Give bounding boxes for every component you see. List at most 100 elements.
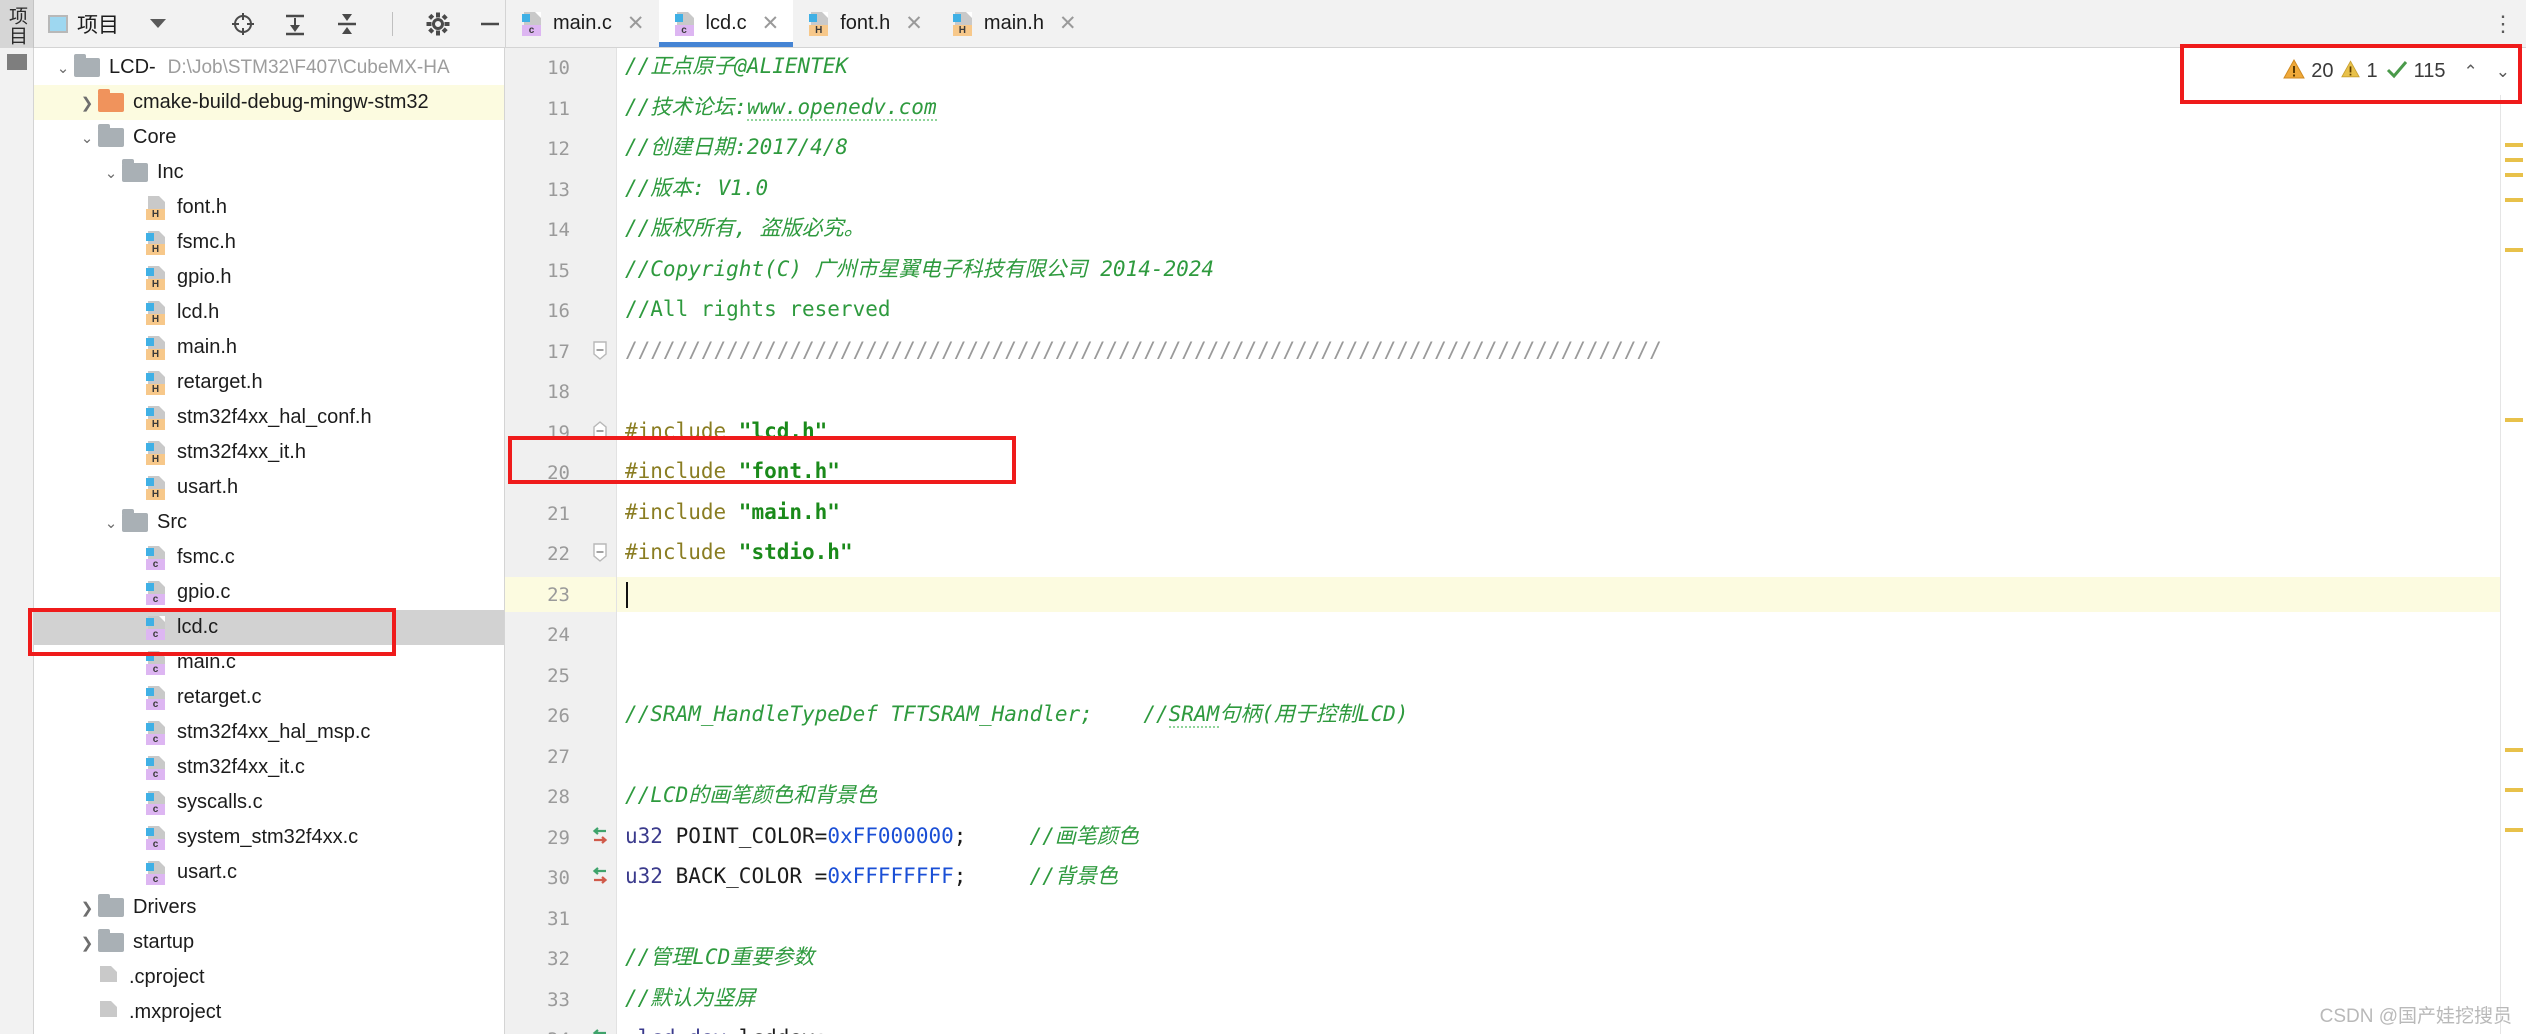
- project-tool-window-label[interactable]: 项目: [3, 6, 30, 46]
- line-number[interactable]: 16: [510, 300, 570, 322]
- tree-row--mxproject[interactable]: .mxproject: [34, 995, 504, 1030]
- editor-tab-main-h[interactable]: Hmain.h ✕: [936, 0, 1091, 47]
- fold-marker-icon[interactable]: [592, 542, 608, 567]
- editor-tab-lcd-c[interactable]: c lcd.c ✕: [658, 0, 794, 47]
- line-number[interactable]: 19: [510, 422, 570, 444]
- tree-row-inc[interactable]: ⌄ Inc: [34, 155, 504, 190]
- line-number[interactable]: 30: [510, 867, 570, 889]
- chevron-right-icon[interactable]: ❯: [76, 899, 98, 917]
- tree-row-src[interactable]: ⌄ Src: [34, 505, 504, 540]
- tree-row-usart-h[interactable]: Husart.h: [34, 470, 504, 505]
- line-number[interactable]: 24: [510, 624, 570, 646]
- line-number[interactable]: 20: [510, 462, 570, 484]
- code-line[interactable]: _lcd_dev lcddev;: [625, 1028, 827, 1034]
- line-number[interactable]: 17: [510, 341, 570, 363]
- marker-tick[interactable]: [2505, 748, 2523, 752]
- line-number[interactable]: 27: [510, 746, 570, 768]
- tree-row-stm32f4xx-it-h[interactable]: Hstm32f4xx_it.h: [34, 435, 504, 470]
- inspection-widget[interactable]: 20 1 115 ⌃ ⌄: [2267, 48, 2526, 95]
- tree-row--cproject[interactable]: .cproject: [34, 960, 504, 995]
- marker-tick[interactable]: [2505, 158, 2523, 162]
- line-number[interactable]: 11: [510, 98, 570, 120]
- overridden-symbol-icon[interactable]: [590, 1027, 610, 1034]
- marker-tick[interactable]: [2505, 418, 2523, 422]
- code-line[interactable]: //创建日期:2017/4/8: [625, 137, 848, 158]
- tree-row-gpio-c[interactable]: c gpio.c: [34, 575, 504, 610]
- folder-icon[interactable]: [6, 54, 27, 70]
- editor-gutter[interactable]: 10 11 12 13 14 15 16 17 18 19 20 21 22 23 24 25 26 27 28 29…: [505, 48, 617, 1034]
- tree-row-cmake-build-debug-mingw-stm32[interactable]: ❯ cmake-build-debug-mingw-stm32: [34, 85, 504, 120]
- line-number[interactable]: 15: [510, 260, 570, 282]
- tree-row-font-h[interactable]: Hfont.h: [34, 190, 504, 225]
- line-number[interactable]: 14: [510, 219, 570, 241]
- code-line[interactable]: #include "stdio.h": [625, 542, 853, 563]
- code-line[interactable]: #include "main.h": [625, 501, 840, 523]
- line-number[interactable]: 28: [510, 786, 570, 808]
- tree-row-stm32f4xx-hal-conf-h[interactable]: Hstm32f4xx_hal_conf.h: [34, 400, 504, 435]
- tree-row-usart-c[interactable]: c usart.c: [34, 855, 504, 890]
- close-icon[interactable]: ✕: [905, 13, 923, 34]
- marker-tick[interactable]: [2505, 788, 2523, 792]
- chevron-down-icon[interactable]: ⌄: [100, 164, 122, 182]
- line-number[interactable]: 32: [510, 948, 570, 970]
- editor-tab-main-c[interactable]: c main.c ✕: [506, 0, 659, 47]
- expand-all-icon[interactable]: [282, 11, 308, 37]
- overridden-symbol-icon[interactable]: [590, 865, 610, 891]
- left-tool-window-strip[interactable]: 项目: [0, 0, 34, 48]
- code-line[interactable]: //Copyright(C) 广州市星翼电子科技有限公司 2014-2024: [625, 258, 1214, 280]
- marker-tick[interactable]: [2505, 173, 2523, 177]
- chevron-down-icon[interactable]: ⌄: [52, 59, 74, 77]
- code-line[interactable]: #include "lcd.h": [625, 420, 827, 442]
- tree-row-core[interactable]: ⌄ Core: [34, 120, 504, 155]
- fold-marker-icon[interactable]: [592, 340, 608, 365]
- fold-marker-icon[interactable]: [592, 420, 608, 446]
- line-number[interactable]: 12: [510, 138, 570, 160]
- code-line[interactable]: //All rights reserved: [625, 299, 891, 320]
- project-tree[interactable]: ⌄ LCD- D:\Job\STM32\F407\CubeMX-HA ❯ cmake-b…: [34, 48, 505, 1034]
- tree-row-retarget-c[interactable]: c retarget.c: [34, 680, 504, 715]
- chevron-right-icon[interactable]: ❯: [76, 94, 98, 112]
- inspection-errors[interactable]: 20: [2283, 58, 2333, 85]
- hide-panel-icon[interactable]: [477, 11, 503, 37]
- tab-overflow-menu-icon[interactable]: ⋮: [2492, 12, 2514, 35]
- chevron-up-icon[interactable]: ⌃: [2464, 62, 2478, 82]
- code-line[interactable]: ////////////////////////////////////////…: [625, 339, 1662, 361]
- close-icon[interactable]: ✕: [1059, 13, 1077, 34]
- code-line[interactable]: //版权所有, 盗版必究。: [625, 218, 865, 239]
- editor-code-area[interactable]: //正点原子@ALIENTEK //技术论坛:www.openedv.com //创…: [617, 48, 2500, 1034]
- tree-row-stm32f4xx-hal-msp-c[interactable]: c stm32f4xx_hal_msp.c: [34, 715, 504, 750]
- tree-row-retarget-h[interactable]: Hretarget.h: [34, 365, 504, 400]
- line-number[interactable]: 13: [510, 179, 570, 201]
- line-number[interactable]: 34: [510, 1029, 570, 1034]
- tree-row-syscalls-c[interactable]: c syscalls.c: [34, 785, 504, 820]
- code-line[interactable]: //技术论坛:www.openedv.com: [625, 94, 937, 121]
- marker-tick[interactable]: [2505, 828, 2523, 832]
- locate-in-tree-icon[interactable]: [230, 11, 256, 37]
- code-line[interactable]: //SRAM_HandleTypeDef TFTSRAM_Handler; //…: [625, 702, 1408, 728]
- tree-row-drivers[interactable]: ❯ Drivers: [34, 890, 504, 925]
- line-number[interactable]: 18: [510, 381, 570, 403]
- close-icon[interactable]: ✕: [627, 13, 645, 34]
- code-line[interactable]: u32 POINT_COLOR=0xFF000000; //画笔颜色: [625, 825, 1139, 847]
- tree-row-system-stm32f4xx-c[interactable]: c system_stm32f4xx.c: [34, 820, 504, 855]
- line-number[interactable]: 33: [510, 989, 570, 1011]
- close-icon[interactable]: ✕: [762, 13, 780, 34]
- code-line[interactable]: //默认为竖屏: [625, 987, 755, 1009]
- code-line[interactable]: //LCD的画笔颜色和背景色: [625, 785, 877, 806]
- chevron-down-icon[interactable]: [150, 19, 166, 28]
- inspection-typos[interactable]: 115: [2386, 59, 2446, 85]
- tree-row-lcd-c[interactable]: c lcd.c: [34, 610, 504, 645]
- editor-tab-font-h[interactable]: Hfont.h ✕: [793, 0, 937, 47]
- line-number[interactable]: 23: [510, 584, 570, 606]
- inspection-warnings[interactable]: 1: [2341, 59, 2378, 84]
- code-line[interactable]: //正点原子@ALIENTEK: [625, 56, 848, 77]
- collapse-all-icon[interactable]: [334, 11, 360, 37]
- overridden-symbol-icon[interactable]: [590, 825, 610, 851]
- chevron-right-icon[interactable]: ❯: [76, 934, 98, 952]
- chevron-down-icon[interactable]: ⌄: [2496, 62, 2510, 82]
- tree-row-main-h[interactable]: Hmain.h: [34, 330, 504, 365]
- marker-tick[interactable]: [2505, 143, 2523, 147]
- chevron-down-icon[interactable]: ⌄: [76, 129, 98, 147]
- settings-gear-icon[interactable]: [425, 11, 451, 37]
- tree-row-fsmc-c[interactable]: c fsmc.c: [34, 540, 504, 575]
